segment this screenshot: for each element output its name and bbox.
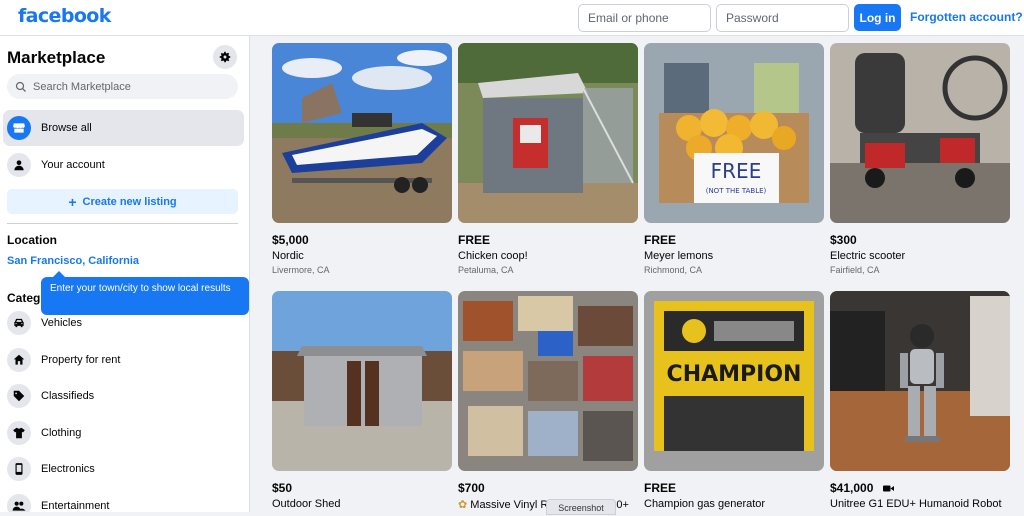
- category-label: Vehicles: [41, 317, 82, 329]
- listing-title: Outdoor Shed: [272, 498, 341, 510]
- listing-price: FREE: [458, 233, 491, 247]
- category-electronics[interactable]: Electronics: [3, 451, 244, 487]
- search-placeholder: Search Marketplace: [33, 80, 131, 93]
- location-title: Location: [7, 233, 57, 247]
- listing-photo-boat: [272, 43, 452, 223]
- listing-price: $5,000: [272, 233, 309, 247]
- house-icon: [7, 348, 31, 372]
- settings-button[interactable]: [213, 45, 237, 69]
- listing-card[interactable]: CHAMPION FREE Champion gas generator: [644, 291, 824, 510]
- listing-photo-vinyl: [458, 291, 638, 471]
- listing-price: $50: [272, 481, 293, 495]
- nav-browse-all[interactable]: Browse all: [3, 110, 244, 146]
- top-bar: facebook Log in Forgotten account?: [0, 0, 1024, 36]
- people-icon: [7, 494, 31, 512]
- person-icon: [7, 153, 31, 177]
- categories-title: Categ: [7, 291, 41, 305]
- category-entertainment[interactable]: Entertainment: [3, 488, 244, 512]
- listings-grid: $5,000 Nordic Livermore, CA FREE Chicken…: [251, 36, 1024, 512]
- category-label: Entertainment: [41, 500, 110, 512]
- category-label: Property for rent: [41, 354, 121, 366]
- listing-title: Champion gas generator: [644, 498, 766, 510]
- listing-location: Fairfield, CA: [830, 265, 880, 275]
- listing-title: Unitree G1 EDU+ Humanoid Robot: [830, 498, 1002, 510]
- listing-title: Electric scooter: [830, 250, 906, 262]
- category-label: Clothing: [41, 427, 82, 439]
- plus-icon: +: [68, 193, 77, 210]
- listing-card[interactable]: $300 Electric scooter Fairfield, CA: [830, 43, 1010, 275]
- listing-title: Nordic: [272, 250, 304, 262]
- vinyl-emoji: ✿: [458, 499, 471, 511]
- listing-photo-robot: [830, 291, 1010, 471]
- listing-photo-coop: [458, 43, 638, 223]
- listing-photo-generator: CHAMPION: [644, 291, 824, 471]
- generator-brand-text: CHAMPION: [667, 362, 802, 387]
- shirt-icon: [7, 421, 31, 445]
- listing-location: Livermore, CA: [272, 265, 330, 275]
- listing-card[interactable]: $41,000 Unitree G1 EDU+ Humanoid Robot: [830, 291, 1010, 510]
- listing-photo-lemons: FREE (NOT THE TABLE): [644, 43, 824, 223]
- listing-card[interactable]: FREE (NOT THE TABLE) FREE Meyer lemons R…: [644, 43, 824, 275]
- category-classifieds[interactable]: Classifieds: [3, 378, 244, 414]
- divider: [7, 223, 238, 224]
- listing-title: Meyer lemons: [644, 250, 714, 262]
- facebook-logo[interactable]: facebook: [18, 5, 111, 27]
- listing-title-text: Massive Vinyl R: [470, 499, 549, 511]
- listing-card[interactable]: FREE Chicken coop! Petaluma, CA: [458, 43, 638, 275]
- tag-icon: [7, 384, 31, 408]
- listing-title: Chicken coop!: [458, 250, 528, 262]
- listing-price: $300: [830, 233, 857, 247]
- listing-card[interactable]: $700 ✿ Massive Vinyl R 0+: [458, 291, 638, 511]
- listing-location: Richmond, CA: [644, 265, 703, 275]
- nav-label: Your account: [41, 159, 105, 171]
- forgotten-account-link[interactable]: Forgotten account?: [910, 10, 1023, 24]
- create-listing-button[interactable]: + Create new listing: [7, 189, 238, 214]
- category-label: Electronics: [41, 463, 95, 475]
- login-button[interactable]: Log in: [854, 4, 901, 31]
- lemon-sign-subtext: (NOT THE TABLE): [706, 187, 767, 195]
- page-title: Marketplace: [7, 48, 106, 67]
- lemon-sign-text: FREE: [711, 159, 762, 183]
- listing-price: $41,000: [830, 481, 1010, 495]
- category-property-for-rent[interactable]: Property for rent: [3, 342, 244, 378]
- listing-card[interactable]: $50 Outdoor Shed: [272, 291, 452, 510]
- listing-photo-shed: [272, 291, 452, 471]
- search-input[interactable]: Search Marketplace: [7, 74, 238, 99]
- listing-price: $700: [458, 481, 485, 495]
- car-icon: [7, 311, 31, 335]
- password-field[interactable]: [716, 4, 849, 32]
- category-label: Classifieds: [41, 390, 95, 402]
- listing-price: FREE: [644, 233, 677, 247]
- sidebar: Marketplace Search Marketplace Browse al…: [0, 36, 250, 512]
- video-icon: [883, 485, 895, 491]
- create-listing-label: Create new listing: [82, 195, 177, 208]
- location-tooltip: Enter your town/city to show local resul…: [41, 271, 249, 315]
- gear-icon: [219, 51, 231, 63]
- listing-photo-scooter: [830, 43, 1010, 223]
- location-link[interactable]: San Francisco, California: [7, 255, 139, 267]
- nav-label: Browse all: [41, 122, 92, 134]
- phone-icon: [7, 457, 31, 481]
- email-field[interactable]: [578, 4, 711, 32]
- category-clothing[interactable]: Clothing: [3, 415, 244, 451]
- listing-price: FREE: [644, 481, 677, 495]
- listing-price-text: $41,000: [830, 481, 874, 495]
- listing-title-tail: 0+: [616, 499, 629, 511]
- search-icon: [15, 81, 26, 92]
- storefront-icon: [7, 116, 31, 140]
- listing-location: Petaluma, CA: [458, 265, 514, 275]
- screenshot-tab[interactable]: Screenshot: [546, 499, 616, 515]
- nav-your-account[interactable]: Your account: [3, 147, 244, 183]
- listing-card[interactable]: $5,000 Nordic Livermore, CA: [272, 43, 452, 275]
